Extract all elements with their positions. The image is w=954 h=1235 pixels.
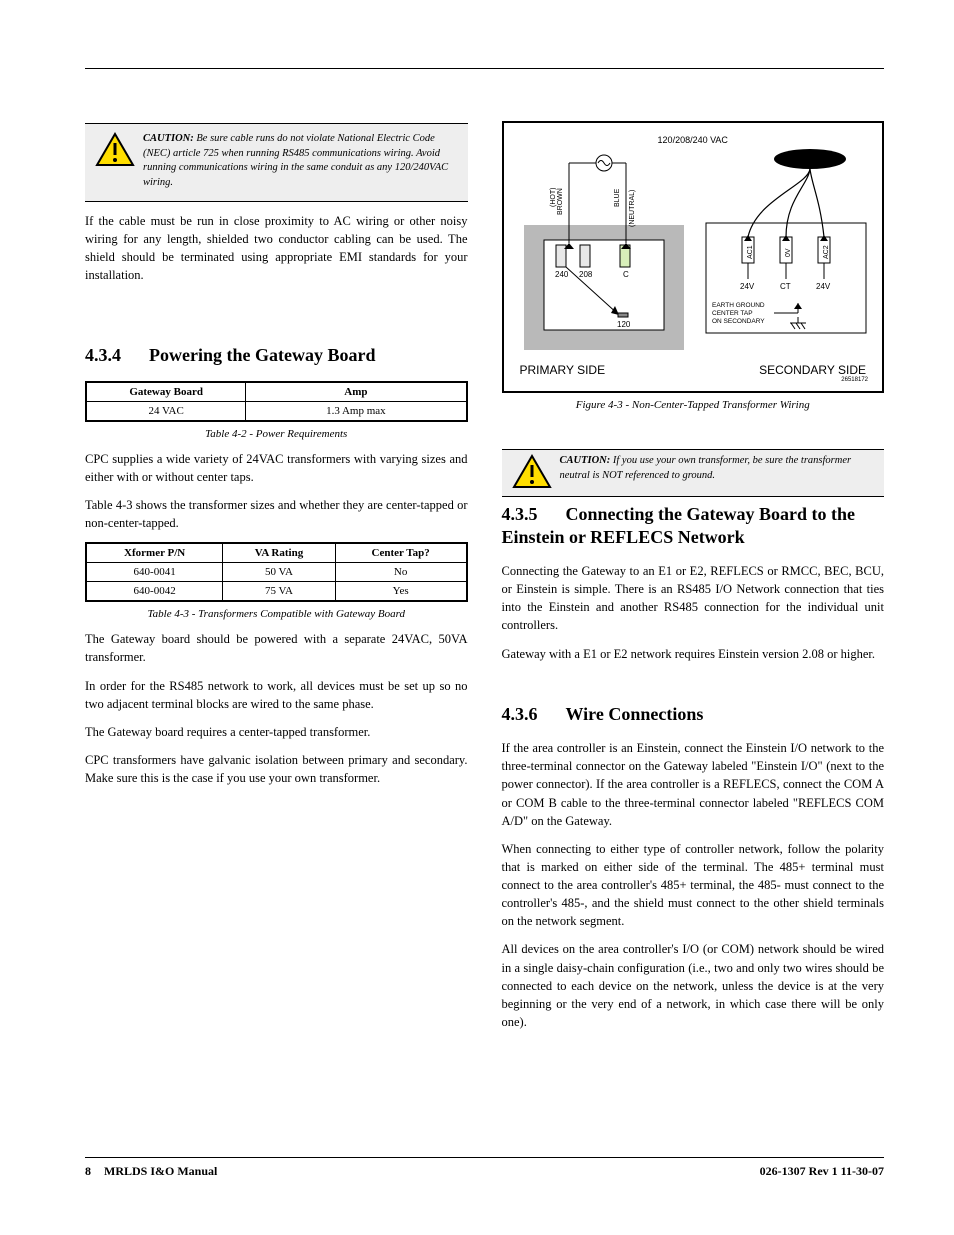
svg-text:AC1: AC1 [747,245,754,259]
table-header: VA Rating [223,543,335,563]
table-header: Amp [246,382,467,402]
paragraph: All devices on the area controller's I/O… [502,940,885,1031]
heading-4-3-6: 4.3.6 Wire Connections [502,703,885,726]
table-row: 24 VAC 1.3 Amp max [86,401,467,421]
caution-text-left: CAUTION: Be sure cable runs do not viola… [143,132,458,191]
svg-text:BROWN: BROWN [557,188,564,215]
paragraph: CPC transformers have galvanic isolation… [85,751,468,787]
footer-right: 026-1307 Rev 1 11-30-07 [760,1164,884,1179]
heading-4-3-4: 4.3.4 Powering the Gateway Board [85,344,468,367]
secondary-side-diagram: AC1 0V AC2 24V CT 24V EARTH GROUND CENTE… [700,145,872,355]
svg-text:AC2: AC2 [823,245,830,259]
caution-lead: CAUTION: [560,455,611,466]
svg-text:ON SECONDARY: ON SECONDARY [712,318,765,325]
caution-text-right: CAUTION: If you use your own transformer… [560,454,875,483]
figure-4-3: 120/208/240 VAC BROWN (HOT) [502,121,885,393]
paragraph: If the cable must be run in close proxim… [85,212,468,285]
caution-lead: CAUTION: [143,133,194,144]
figure-4-3-caption: Figure 4-3 - Non-Center-Tapped Transform… [502,399,885,411]
caution-icon [512,454,552,490]
paragraph: CPC supplies a wide variety of 24VAC tra… [85,450,468,486]
heading-title: Wire Connections [566,704,704,724]
table-cell: 24 VAC [86,401,246,421]
paragraph: Table 4-3 shows the transformer sizes an… [85,496,468,532]
paragraph: Connecting the Gateway to an E1 or E2, R… [502,562,885,635]
heading-number: 4.3.5 [502,504,538,524]
svg-text:CT: CT [780,282,791,291]
top-horizontal-rule [85,68,884,69]
heading-number: 4.3.4 [85,345,121,365]
svg-text:24V: 24V [816,282,831,291]
paragraph: In order for the RS485 network to work, … [85,677,468,713]
table-cell: Yes [335,582,466,602]
table-cell: No [335,563,466,582]
heading-title: Powering the Gateway Board [149,345,375,365]
paragraph: When connecting to either type of contro… [502,840,885,931]
paragraph: The Gateway board should be powered with… [85,630,468,666]
table-4-3: Xformer P/N VA Rating Center Tap? 640-00… [85,542,468,602]
table-4-2: Gateway Board Amp 24 VAC 1.3 Amp max [85,381,468,422]
table-header: Xformer P/N [86,543,223,563]
footer-left: 8 MRLDS I&O Manual [85,1164,217,1179]
fig43-partno: 26518172 [514,377,873,383]
table-cell: 75 VA [223,582,335,602]
svg-text:0V: 0V [785,248,792,257]
table-row: 640-0042 75 VA Yes [86,582,467,602]
caution-box-left: CAUTION: Be sure cable runs do not viola… [85,124,468,202]
paragraph: The Gateway board requires a center-tapp… [85,723,468,741]
left-column: CAUTION: Be sure cable runs do not viola… [85,123,468,1041]
paragraph: If the area controller is an Einstein, c… [502,739,885,830]
page-footer: 8 MRLDS I&O Manual 026-1307 Rev 1 11-30-… [85,1157,884,1179]
table-cell: 640-0042 [86,582,223,602]
caution-icon [95,132,135,168]
table-header: Gateway Board [86,382,246,402]
table-cell: 1.3 Amp max [246,401,467,421]
fig43-primary-caption: PRIMARY SIDE [520,363,606,377]
svg-text:240: 240 [555,270,569,279]
svg-text:24V: 24V [740,282,755,291]
svg-text:120: 120 [617,320,631,329]
fig43-top-label: 120/208/240 VAC [514,135,873,145]
caution-box-right: CAUTION: If you use your own transformer… [502,450,885,497]
fig43-secondary-caption: SECONDARY SIDE [759,363,866,377]
heading-4-3-5: 4.3.5Connecting the Gateway Board to the… [502,503,885,548]
primary-side-diagram: BROWN (HOT) BLUE (NEUTRAL) 240 208 C [514,145,694,355]
two-column-layout: CAUTION: Be sure cable runs do not viola… [85,123,884,1041]
svg-text:C: C [623,270,629,279]
table-cell: 50 VA [223,563,335,582]
table-4-3-caption: Table 4-3 - Transformers Compatible with… [85,608,468,620]
page-number: 8 [85,1164,91,1178]
right-column: 120/208/240 VAC BROWN (HOT) [502,123,885,1041]
paragraph: Gateway with a E1 or E2 network requires… [502,645,885,663]
svg-text:(HOT): (HOT) [550,188,557,207]
svg-text:CENTER TAP: CENTER TAP [712,310,753,317]
table-row: 640-0041 50 VA No [86,563,467,582]
svg-text:BLUE: BLUE [614,188,621,207]
svg-text:208: 208 [579,270,593,279]
svg-text:(NEUTRAL): (NEUTRAL) [629,190,636,227]
table-cell: 640-0041 [86,563,223,582]
table-4-2-caption: Table 4-2 - Power Requirements [85,428,468,440]
svg-text:EARTH GROUND: EARTH GROUND [712,302,765,309]
table-header: Center Tap? [335,543,466,563]
heading-number: 4.3.6 [502,704,538,724]
manual-title: MRLDS I&O Manual [104,1164,217,1178]
heading-title: Connecting the Gateway Board to the Eins… [502,504,855,547]
